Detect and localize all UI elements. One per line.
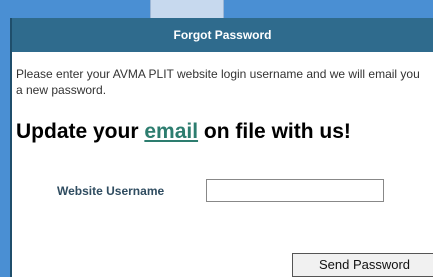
update-email-headline: Update your email on file with us! [16,120,351,144]
top-tab-fragment [150,0,224,18]
headline-suffix: on file with us! [198,120,351,143]
forgot-password-panel: Forgot Password Please enter your AVMA P… [10,18,433,277]
website-username-label: Website Username [57,184,165,198]
website-username-input[interactable] [206,179,384,202]
email-link[interactable]: email [144,120,198,143]
instructions-text: Please enter your AVMA PLIT website logi… [16,67,420,97]
headline-prefix: Update your [16,120,145,143]
send-password-button[interactable]: Send Password [292,253,433,277]
panel-title: Forgot Password [12,18,433,52]
